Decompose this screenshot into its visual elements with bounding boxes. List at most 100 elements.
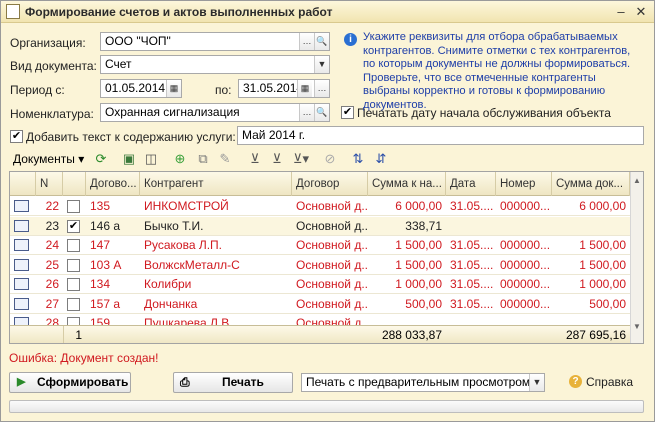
doctype-value: Счет	[105, 57, 132, 71]
table-row[interactable]: 27 157 а Дончанка Основной д... 500,00 31.05.…	[10, 295, 630, 314]
sort-asc-icon[interactable]: ⇅	[350, 151, 366, 167]
row-checkbox[interactable]	[67, 258, 80, 272]
scroll-up-icon[interactable]: ▲	[633, 176, 641, 185]
filter-menu-icon[interactable]: ⊻▾	[293, 151, 309, 167]
print-mode-select[interactable]: Печать с предварительным просмотром	[301, 373, 545, 392]
col-contract[interactable]: Договор	[292, 172, 368, 196]
add-icon[interactable]: ⊕	[172, 151, 188, 167]
cell-doc-sum: 6 000,00	[579, 199, 626, 213]
cell-number: 000000...	[500, 277, 551, 291]
info-text: Укажите реквизиты для отбора обрабатывае…	[363, 31, 631, 111]
col-doc-sum[interactable]: Сумма док...	[552, 172, 630, 196]
footer-sum: 288 033,87	[381, 328, 442, 342]
cell-number: 000000...	[500, 296, 551, 311]
check-all-icon[interactable]: ▣	[121, 151, 137, 167]
chevron-down-icon[interactable]: ▼	[529, 374, 544, 391]
cell-doc-sum: 1 500,00	[579, 238, 626, 252]
cell-contract: Основной д...	[296, 199, 368, 213]
generate-label: Сформировать	[37, 375, 129, 389]
copy-icon[interactable]: ⧉	[195, 151, 211, 167]
row-checkbox[interactable]: ✔	[67, 219, 80, 233]
cell-sum: 338,71	[405, 218, 442, 233]
cell-sum: 500,00	[405, 296, 442, 311]
cell-sum: 1 500,00	[395, 238, 442, 252]
table-row[interactable]: 22 135 ИНКОМСТРОЙ Основной д... 6 000,00 31.0…	[10, 197, 630, 216]
period-from-value: 01.05.2014	[105, 81, 166, 95]
refresh-icon[interactable]: ⟳	[93, 151, 109, 167]
main-window: Формирование счетов и актов выполненных …	[0, 0, 655, 422]
uncheck-all-icon[interactable]: ◫	[143, 151, 159, 167]
close-icon[interactable]: ✕	[633, 4, 649, 20]
cell-sum: 6 000,00	[395, 199, 442, 213]
nomen-field[interactable]: Охранная сигнализация	[100, 103, 330, 122]
documents-menu[interactable]: Документы ▾	[13, 152, 84, 166]
filter-value-icon[interactable]: ⊻	[269, 151, 285, 167]
cell-n: 24	[45, 238, 59, 252]
progress-bar	[9, 400, 644, 413]
error-message: Ошибка: Документ создан!	[9, 351, 159, 365]
doc-icon	[14, 258, 29, 271]
doctype-label: Вид документа:	[10, 59, 97, 73]
window-title: Формирование счетов и актов выполненных …	[25, 5, 333, 19]
doc-icon	[14, 297, 29, 310]
filter-icon[interactable]: ⊻	[247, 151, 263, 167]
generate-button[interactable]: ▶ Сформировать	[9, 372, 131, 393]
table-row[interactable]: 24 147 Русакова Л.П. Основной д... 1 500,00 3…	[10, 236, 630, 255]
cell-contract: Основной д...	[296, 296, 368, 311]
doctype-select[interactable]: Счет	[100, 55, 330, 74]
edit-icon[interactable]: ✎	[217, 151, 233, 167]
col-number[interactable]: Номер	[496, 172, 552, 196]
cell-agent: Бычко Т.И.	[144, 218, 204, 233]
play-icon: ▶	[17, 376, 26, 388]
select-dots-icon[interactable]: …	[299, 33, 314, 50]
row-checkbox[interactable]	[67, 200, 80, 213]
info-icon: i	[344, 33, 357, 46]
row-checkbox[interactable]	[67, 239, 80, 252]
col-icon	[10, 172, 36, 196]
cell-date	[446, 217, 496, 236]
col-agent[interactable]: Контрагент	[140, 172, 292, 196]
chevron-down-icon[interactable]: ▼	[314, 56, 329, 73]
print-button[interactable]: ⎙ Печать	[173, 372, 293, 393]
minimize-icon[interactable]: –	[613, 4, 629, 20]
row-checkbox[interactable]	[67, 278, 80, 291]
scroll-down-icon[interactable]: ▼	[633, 322, 641, 331]
org-field[interactable]: ООО "ЧОП"	[100, 32, 330, 51]
print-date-checkbox[interactable]: ✔	[341, 106, 354, 119]
select-dots-icon[interactable]: …	[299, 104, 314, 121]
help-icon[interactable]: ?	[569, 375, 582, 388]
add-text-field[interactable]: Май 2014 г.	[237, 126, 644, 145]
col-n[interactable]: N	[36, 172, 63, 196]
cell-contract-no: 103 А	[90, 257, 122, 272]
period-from-label: Период с:	[10, 83, 65, 97]
cell-contract: Основной д...	[296, 218, 368, 233]
cell-contract-no: 147	[90, 238, 111, 252]
footer-doc-sum: 287 695,16	[565, 328, 626, 342]
period-dots-icon[interactable]: …	[314, 80, 329, 97]
cell-date: 31.05....	[450, 296, 494, 311]
clear-filter-icon[interactable]: ⊘	[322, 151, 338, 167]
cell-agent: ИНКОМСТРОЙ	[144, 199, 229, 213]
col-sum[interactable]: Сумма к на...	[368, 172, 446, 196]
cell-contract: Основной д...	[296, 238, 368, 252]
sort-desc-icon[interactable]: ⇵	[373, 151, 389, 167]
vertical-scrollbar[interactable]: ▲ ▼	[630, 172, 643, 343]
col-contract-no[interactable]: Догово...	[86, 172, 140, 196]
row-checkbox[interactable]	[67, 297, 80, 311]
cell-contract: Основной д...	[296, 257, 368, 272]
col-check[interactable]	[63, 172, 86, 196]
table-row[interactable]: 25 103 А ВолжскМеталл-С Основной д... 1 500,…	[10, 256, 630, 275]
help-link[interactable]: Справка	[586, 375, 633, 389]
table-row[interactable]: ✔ 23 146 а Бычко Т.И. Основной д... 338,71	[10, 216, 630, 236]
search-icon[interactable]: 🔍	[314, 104, 329, 121]
calendar-icon[interactable]: ▦	[297, 80, 312, 97]
cell-contract-no: 135	[90, 199, 111, 213]
cell-contract-no: 146 а	[90, 218, 121, 233]
add-text-checkbox[interactable]: ✔	[10, 130, 23, 143]
search-icon[interactable]: 🔍	[314, 33, 329, 50]
col-date[interactable]: Дата	[446, 172, 496, 196]
cell-doc-sum: 1 500,00	[579, 257, 626, 272]
table-row[interactable]: 26 134 Колибри Основной д... 1 000,00 31.05..…	[10, 275, 630, 294]
calendar-icon[interactable]: ▦	[166, 80, 181, 97]
cell-date: 31.05....	[450, 277, 494, 291]
